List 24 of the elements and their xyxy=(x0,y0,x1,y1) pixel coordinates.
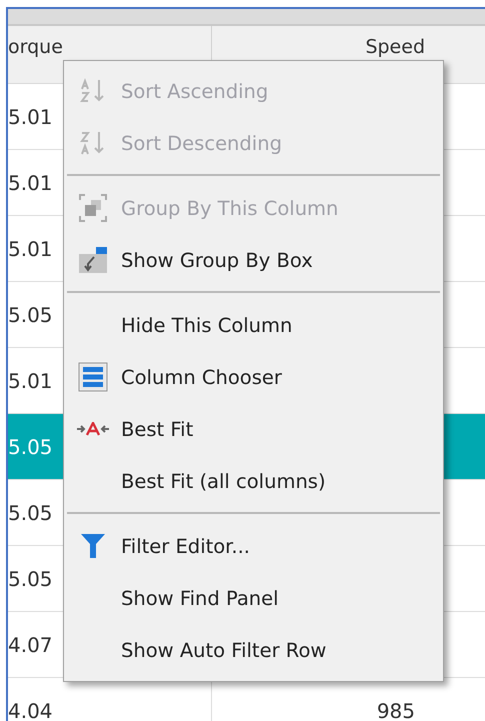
group-icon xyxy=(78,193,108,223)
menu-item[interactable]: Best Fit (all columns) xyxy=(64,455,443,507)
menu-item[interactable]: Hide This Column xyxy=(64,299,443,351)
table-cell: 5.01 xyxy=(8,368,53,392)
table-cell: 5.05 xyxy=(8,500,53,524)
table-cell: 4.07 xyxy=(8,632,53,656)
table-cell: 5.05 xyxy=(8,566,53,590)
group-box-icon xyxy=(78,246,108,274)
table-cell: 5.05 xyxy=(8,434,53,458)
column-chooser-icon xyxy=(78,362,108,392)
menu-item[interactable]: Show Auto Filter Row xyxy=(64,624,443,676)
table-cell: 4.04 xyxy=(8,698,53,721)
menu-item[interactable]: Show Find Panel xyxy=(64,572,443,624)
filter-icon xyxy=(80,533,106,559)
table-cell: 5.05 xyxy=(8,302,53,326)
menu-item[interactable]: Filter Editor... xyxy=(64,520,443,572)
table-cell: 5.01 xyxy=(8,104,53,128)
menu-item[interactable]: Show Group By Box xyxy=(64,234,443,286)
table-cell: 5.01 xyxy=(8,170,53,194)
table-cell: 985 xyxy=(376,698,415,721)
menu-item[interactable]: Column Chooser xyxy=(64,351,443,403)
table-cell: 5.01 xyxy=(8,236,53,260)
best-fit-icon xyxy=(76,422,108,436)
menu-item[interactable]: Best Fit xyxy=(64,403,443,455)
